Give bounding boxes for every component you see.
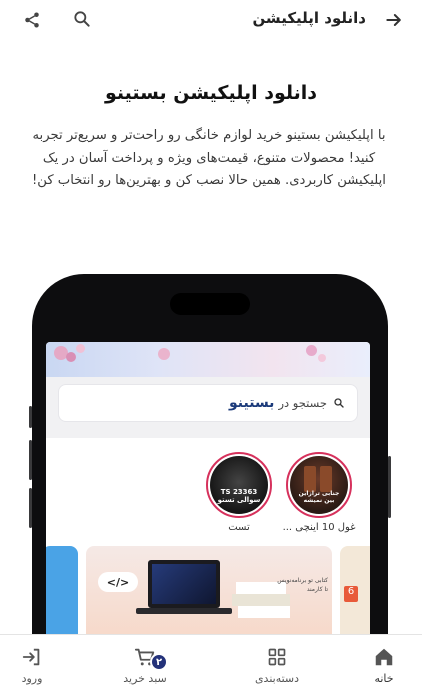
story-circle: جنابی ترازاین بین نمیشه — [286, 452, 352, 518]
laptop-screen — [152, 564, 216, 604]
calendar-graphic: 6 — [344, 586, 358, 602]
page-title: دانلود اپلیکیشن — [252, 9, 366, 27]
nav-item-login[interactable]: ورود — [0, 635, 72, 693]
promo-text: کتابی تو برنامه‌نویس تا کارمند — [277, 577, 328, 593]
nav-label-cart: سبد خرید — [123, 672, 167, 685]
speaker-graphic — [320, 466, 332, 492]
grid-icon — [265, 645, 289, 669]
story-circle: TS 23363 سوالی تستو — [206, 452, 272, 518]
phone-side-button — [29, 488, 32, 528]
phone-dynamic-island — [170, 293, 250, 315]
nav-item-home[interactable]: خانه — [344, 635, 422, 693]
cart-count-badge: ۲ — [150, 653, 168, 671]
search-icon — [334, 398, 344, 408]
login-icon — [20, 645, 44, 669]
app-screenshot: جستجو در بستینو جنابی ترازاین بین نمیشه … — [46, 342, 370, 642]
nav-item-categories[interactable]: دسته‌بندی — [237, 635, 317, 693]
story-label: غول 10 اینچی ... — [282, 522, 356, 533]
app-hero-banner — [46, 342, 370, 377]
nav-item-cart[interactable]: سبد خرید — [105, 635, 185, 693]
share-icon[interactable] — [20, 8, 44, 32]
book-stack — [232, 594, 290, 606]
blossom-decoration — [76, 344, 85, 353]
nav-label-categories: دسته‌بندی — [254, 672, 300, 685]
promo-banner — [46, 546, 78, 642]
laptop-base — [136, 608, 232, 614]
story-image: جنابی ترازاین بین نمیشه — [290, 456, 348, 514]
top-app-bar: دانلود اپلیکیشن — [0, 0, 422, 40]
phone-side-button — [29, 406, 32, 428]
app-search-bar: جستجو در بستینو — [58, 384, 358, 422]
app-content: جنابی ترازاین بین نمیشه غول 10 اینچی ...… — [46, 438, 370, 642]
download-headline: دانلود اپلیکیشن بستینو — [104, 82, 318, 104]
phone-side-button — [388, 456, 391, 518]
back-arrow-icon[interactable] — [382, 8, 406, 32]
blossom-decoration — [306, 345, 317, 356]
nav-label-login: ورود — [21, 672, 43, 685]
story-label: تست — [228, 522, 250, 533]
speaker-graphic — [304, 466, 316, 492]
story-image-text: جنابی ترازاین بین نمیشه — [298, 490, 340, 504]
search-icon[interactable] — [70, 7, 94, 31]
blossom-decoration — [318, 354, 326, 362]
nav-label-home: خانه — [374, 672, 394, 685]
bottom-navigation: خانه دسته‌بندی سبد خرید ۲ ورود — [0, 634, 422, 693]
app-search-text: جستجو در — [278, 396, 327, 410]
app-description: با اپلیکیشن بستینو خرید لوازم خانگی رو ر… — [32, 128, 386, 188]
blossom-decoration — [158, 348, 170, 360]
story-image-text: TS 23363 سوالی تستو — [217, 488, 261, 504]
laptop-graphic — [148, 560, 220, 608]
phone-side-button — [29, 440, 32, 480]
app-brand-logo: بستینو — [229, 395, 275, 411]
home-icon — [372, 645, 396, 669]
promo-banner: </> کتابی تو برنامه‌نویس تا کارمند — [86, 546, 332, 642]
story-image: TS 23363 سوالی تستو — [210, 456, 268, 514]
code-chip: </> — [98, 572, 138, 592]
promo-banner: 6 — [340, 546, 370, 642]
book-stack — [238, 606, 290, 618]
blossom-decoration — [66, 352, 76, 362]
